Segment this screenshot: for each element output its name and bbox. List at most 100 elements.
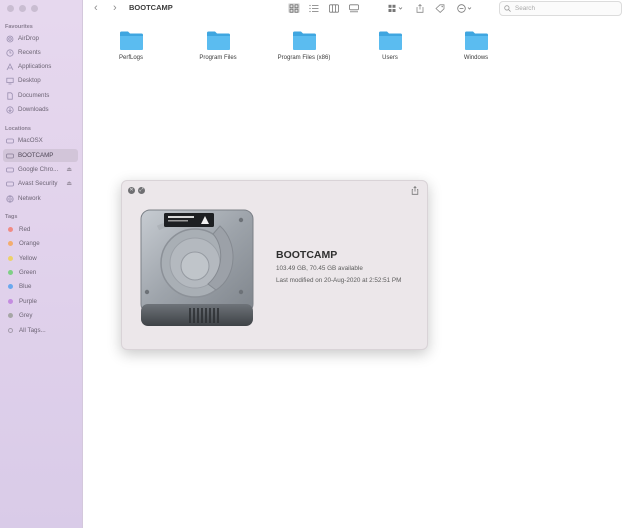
search-field[interactable]: Search <box>499 1 622 16</box>
file-label: Program Files <box>199 55 237 61</box>
folder-icon <box>464 31 488 50</box>
sidebar-item-label: Documents <box>18 92 50 99</box>
sidebar-item-applications[interactable]: Applications <box>3 60 78 73</box>
tag-button[interactable] <box>434 3 446 13</box>
grid-icon <box>289 3 299 13</box>
red-tag-dot <box>8 227 13 232</box>
all-tags-dot <box>8 328 13 333</box>
folder-icon <box>378 31 402 50</box>
close-button[interactable]: ✕ <box>128 187 135 194</box>
sidebar-item-label: Downloads <box>18 106 49 113</box>
file-label: PerfLogs <box>118 55 143 61</box>
disk-icon <box>6 166 14 174</box>
tag-icon <box>435 3 445 13</box>
sidebar-item-label: Desktop <box>18 77 41 84</box>
sidebar-item-recents[interactable]: Recents <box>3 46 78 59</box>
close-window-button[interactable] <box>7 5 14 12</box>
sidebar-tag-red[interactable]: Red <box>3 223 78 236</box>
sidebar-item-google-chrome[interactable]: Google Chro... ⏏ <box>3 163 78 176</box>
sidebar-item-downloads[interactable]: Downloads <box>3 103 78 116</box>
sidebar-tag-green[interactable]: Green <box>3 266 78 279</box>
clock-icon <box>6 48 14 57</box>
file-item-perflogs[interactable]: PerfLogs <box>91 30 171 61</box>
eject-icon[interactable]: ⏏ <box>66 166 72 173</box>
share-icon <box>416 3 424 13</box>
applications-icon <box>6 62 14 71</box>
file-label: Users <box>382 55 398 61</box>
sidebar-item-macosx[interactable]: MacOSX <box>3 134 78 147</box>
sidebar-item-desktop[interactable]: Desktop <box>3 74 78 87</box>
download-icon <box>6 105 14 114</box>
folder-icon <box>119 31 143 50</box>
share-icon[interactable] <box>411 186 419 195</box>
sidebar-item-documents[interactable]: Documents <box>3 89 78 102</box>
sidebar-item-avast-security[interactable]: Avast Security ⏏ <box>3 177 78 190</box>
file-item-program-files[interactable]: Program Files <box>178 30 258 61</box>
volume-capacity: 103.49 GB, 70.45 GB available <box>276 265 363 272</box>
file-label: Windows <box>463 55 489 61</box>
file-item-program-files-x86[interactable]: Program Files (x86) <box>264 30 344 61</box>
yellow-tag-dot <box>8 256 13 261</box>
eject-icon[interactable]: ⏏ <box>66 180 72 187</box>
sidebar-item-label: Green <box>19 269 37 276</box>
columns-icon <box>329 3 339 13</box>
quick-look-window: ✕ ⤢ BOOTCAMP 103.49 GB, 70.45 GB availab… <box>121 180 428 350</box>
file-label: Program Files (x86) <box>277 55 331 61</box>
window-title: BOOTCAMP <box>129 3 173 12</box>
disk-icon <box>6 152 14 160</box>
back-button[interactable]: ‹ <box>94 3 98 14</box>
zoom-window-button[interactable] <box>31 5 38 12</box>
ellipsis-circle-icon <box>457 3 472 13</box>
file-item-users[interactable]: Users <box>350 30 430 61</box>
favourites-title: Favourites <box>5 24 33 30</box>
sidebar-tag-orange[interactable]: Orange <box>3 237 78 250</box>
gallery-view-button[interactable] <box>348 3 360 13</box>
sidebar-item-network[interactable]: Network <box>3 192 78 205</box>
sidebar-all-tags[interactable]: All Tags... <box>3 324 78 337</box>
purple-tag-dot <box>8 299 13 304</box>
folder-icon <box>292 31 316 50</box>
sidebar-item-label: Purple <box>19 298 37 305</box>
group-by-button[interactable] <box>386 3 406 13</box>
sidebar-item-label: Avast Security <box>18 180 58 187</box>
tags-title: Tags <box>5 214 18 220</box>
sidebar-item-label: Orange <box>19 240 40 247</box>
sidebar-item-airdrop[interactable]: AirDrop <box>3 32 78 45</box>
window-controls <box>7 5 38 12</box>
search-placeholder: Search <box>515 5 535 12</box>
share-button[interactable] <box>414 3 426 13</box>
fullscreen-button[interactable]: ⤢ <box>138 187 145 194</box>
hard-drive-icon <box>140 209 254 326</box>
orange-tag-dot <box>8 241 13 246</box>
sidebar-item-label: Applications <box>18 63 52 70</box>
locations-title: Locations <box>5 126 31 132</box>
forward-button[interactable]: › <box>113 3 117 14</box>
column-view-button[interactable] <box>328 3 340 13</box>
sidebar-tag-purple[interactable]: Purple <box>3 295 78 308</box>
list-icon <box>309 4 319 12</box>
grey-tag-dot <box>8 313 13 318</box>
document-icon <box>6 91 14 100</box>
sidebar-item-label: MacOSX <box>18 137 43 144</box>
sidebar-tag-blue[interactable]: Blue <box>3 280 78 293</box>
sidebar-tag-yellow[interactable]: Yellow <box>3 252 78 265</box>
group-icon <box>388 4 403 12</box>
file-item-windows[interactable]: Windows <box>436 30 516 61</box>
sidebar-item-label: Yellow <box>19 255 37 262</box>
sidebar: Favourites AirDrop Recents Applications … <box>0 0 83 528</box>
action-menu-button[interactable] <box>455 3 475 13</box>
list-view-button[interactable] <box>308 3 320 13</box>
minimize-window-button[interactable] <box>19 5 26 12</box>
disk-icon <box>6 180 14 188</box>
sidebar-tag-grey[interactable]: Grey <box>3 309 78 322</box>
desktop-icon <box>6 77 14 85</box>
sidebar-item-label: AirDrop <box>18 35 39 42</box>
sidebar-item-label: Network <box>18 195 41 202</box>
sidebar-item-label: Recents <box>18 49 41 56</box>
sidebar-item-label: Google Chro... <box>18 166 59 173</box>
folder-icon <box>206 31 230 50</box>
sidebar-item-bootcamp[interactable]: BOOTCAMP <box>3 149 78 162</box>
volume-modified: Last modified on 20-Aug-2020 at 2:52:51 … <box>276 277 402 284</box>
icon-view-button[interactable] <box>288 3 300 13</box>
airdrop-icon <box>6 35 14 43</box>
